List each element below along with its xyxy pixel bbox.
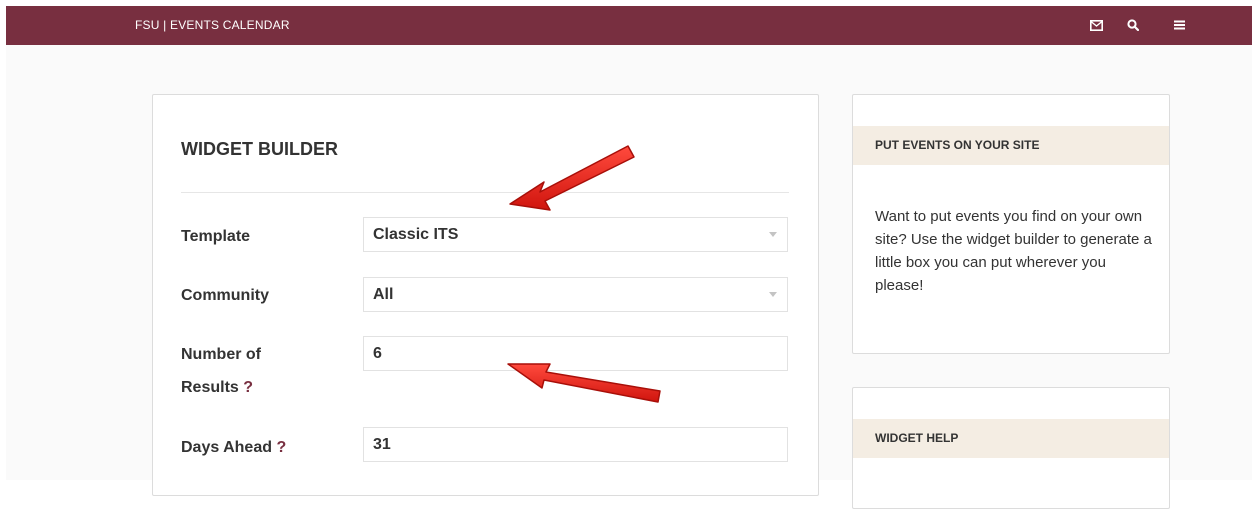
- number-of-results-label: Number of: [181, 338, 261, 372]
- template-label: Template: [181, 228, 251, 245]
- number-of-results-label-line1: Number of: [181, 346, 261, 363]
- days-ahead-label-row: Days Ahead ?: [181, 431, 286, 465]
- put-events-text: Want to put events you find on your own …: [875, 208, 1152, 294]
- search-icon[interactable]: [1124, 16, 1142, 34]
- number-of-results-help-icon[interactable]: ?: [243, 379, 253, 396]
- number-of-results-label-line2: Results: [181, 379, 239, 396]
- site-brand[interactable]: FSU | EVENTS CALENDAR: [135, 18, 290, 32]
- days-ahead-help-icon[interactable]: ?: [276, 439, 286, 456]
- widget-builder-card: WIDGET BUILDER Template Classic ITS Comm…: [152, 94, 819, 496]
- title-divider: [181, 192, 789, 193]
- menu-icon[interactable]: [1170, 16, 1188, 34]
- widget-builder-title: WIDGET BUILDER: [181, 139, 338, 159]
- chevron-down-icon: [769, 232, 777, 237]
- template-select[interactable]: Classic ITS: [363, 217, 788, 252]
- annotation-arrow-icon: [507, 363, 661, 403]
- widget-help-heading: WIDGET HELP: [853, 419, 1169, 458]
- site-header: FSU | EVENTS CALENDAR: [6, 6, 1252, 45]
- community-label: Community: [181, 287, 269, 304]
- chevron-down-icon: [769, 292, 777, 297]
- mail-icon[interactable]: [1087, 16, 1105, 34]
- annotation-arrow-icon: [509, 145, 635, 211]
- put-events-heading: PUT EVENTS ON YOUR SITE: [853, 126, 1169, 165]
- number-of-results-label-line2-row: Results ?: [181, 371, 253, 405]
- community-select[interactable]: All: [363, 277, 788, 312]
- template-selected-value: Classic ITS: [373, 226, 459, 243]
- widget-help-card: WIDGET HELP: [852, 387, 1170, 509]
- days-ahead-label: Days Ahead: [181, 439, 272, 456]
- community-selected-value: All: [373, 286, 394, 303]
- put-events-card: PUT EVENTS ON YOUR SITE Want to put even…: [852, 94, 1170, 354]
- days-ahead-input[interactable]: 31: [363, 427, 788, 462]
